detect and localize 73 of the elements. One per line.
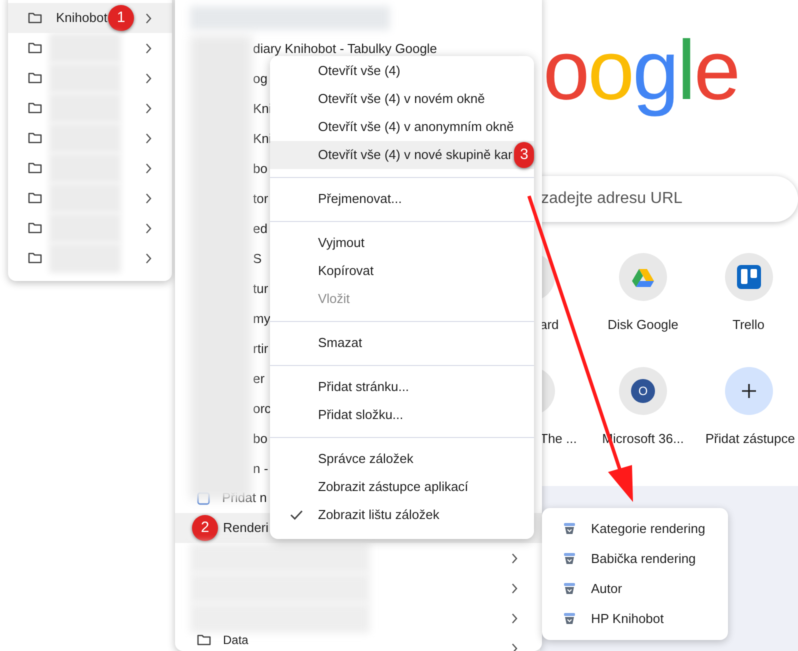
chevron-right-icon <box>145 73 152 84</box>
bookmark-item[interactable]: bo <box>253 162 268 174</box>
bookmark-label: Renderi <box>223 519 269 538</box>
folder-icon <box>28 162 42 174</box>
tab-group-icon <box>564 613 575 625</box>
submenu-item[interactable]: Kategorie rendering <box>542 514 728 544</box>
bookmark-item[interactable]: orc <box>253 402 272 414</box>
google-logo: oogle <box>543 22 739 119</box>
tab-group-icon <box>564 583 575 595</box>
context-menu-item[interactable]: Otevřít vše (4) v novém okně <box>270 85 534 113</box>
context-menu-item[interactable]: Vyjmout <box>270 229 534 257</box>
bookmark-label: Data <box>223 634 248 646</box>
chevron-right-icon <box>145 253 152 264</box>
bookmark-menu-row[interactable]: Data <box>175 633 542 651</box>
folder-icon <box>28 252 42 264</box>
bookmark-item[interactable]: er <box>253 372 265 384</box>
chevron-right-icon <box>145 193 152 204</box>
step-badge: 1 <box>108 5 134 31</box>
shortcut-label[interactable]: The ... <box>540 428 577 448</box>
folder-icon <box>28 222 42 234</box>
folder-icon <box>28 72 42 84</box>
folder-icon <box>28 12 42 24</box>
context-menu-item[interactable]: Zobrazit lištu záložek <box>270 501 534 529</box>
board-shortcut-icon[interactable] <box>724 253 772 301</box>
chevron-right-icon <box>511 643 518 651</box>
chevron-right-icon <box>145 43 152 54</box>
bookmark-item[interactable]: tur <box>253 282 268 294</box>
chevron-right-icon <box>145 103 152 114</box>
bookmark-item[interactable]: diary Knihobot - Tabulky Google <box>253 42 438 54</box>
step-badge: 3 <box>514 142 534 168</box>
tab-group-icon <box>564 553 575 565</box>
submenu-item[interactable]: Babička rendering <box>542 544 728 574</box>
folder-icon <box>197 634 211 646</box>
context-menu-item[interactable]: Otevřít vše (4) v nové skupině kar 3 <box>270 141 534 169</box>
tab-group-icon <box>564 523 575 535</box>
folder-icon <box>28 42 42 54</box>
context-menu-item[interactable]: Zobrazit zástupce aplikací <box>270 473 534 501</box>
context-menu-item[interactable]: Otevřít vše (4) v anonymním okně <box>270 113 534 141</box>
bookmark-item[interactable]: ed <box>253 222 268 234</box>
chevron-right-icon <box>145 223 152 234</box>
bookmark-item[interactable]: bo <box>253 432 268 444</box>
chevron-right-icon <box>145 13 152 24</box>
context-menu-item: Vložit <box>317 290 351 308</box>
bookmark-item[interactable]: n - <box>253 462 268 474</box>
context-menu-item[interactable]: Otevřít vše (4) <box>270 57 534 85</box>
context-menu-item[interactable]: Přidat složku... <box>270 401 534 429</box>
chevron-right-icon <box>511 553 518 564</box>
submenu-item[interactable]: Autor <box>542 574 728 604</box>
context-menu-item[interactable]: Správce záložek <box>270 445 534 473</box>
shortcut-label[interactable]: Trello <box>732 315 765 334</box>
folder-icon <box>28 192 42 204</box>
step-badge: 2 <box>192 515 218 541</box>
bookmark-item[interactable]: S <box>253 252 262 264</box>
context-menu-item[interactable]: Smazat <box>270 329 534 357</box>
shortcut-label[interactable]: Přidat zástupce <box>705 428 795 448</box>
drive-shortcut-icon[interactable] <box>619 253 667 301</box>
chevron-right-icon <box>145 163 152 174</box>
folder-menu-item[interactable]: Knihobot 1 <box>8 3 172 33</box>
chevron-right-icon <box>145 133 152 144</box>
chevron-right-icon <box>511 583 518 594</box>
folder-icon <box>28 102 42 114</box>
submenu-item[interactable]: HP Knihobot <box>542 604 728 634</box>
bookmark-item[interactable]: my <box>253 312 270 324</box>
chevron-right-icon <box>511 613 518 624</box>
shortcut-label[interactable]: Disk Google <box>608 315 678 334</box>
folder-icon <box>28 132 42 144</box>
bookmark-item[interactable]: rtir <box>253 342 268 354</box>
letter-shortcut-icon[interactable]: O <box>619 366 667 414</box>
context-menu-item[interactable]: Kopírovat <box>270 257 534 285</box>
context-menu-item[interactable]: Přidat stránku... <box>270 373 534 401</box>
bookmark-item[interactable]: tor <box>253 192 268 204</box>
bookmark-item[interactable]: og <box>253 72 268 84</box>
bookmark-label: Přidat n <box>222 489 267 508</box>
